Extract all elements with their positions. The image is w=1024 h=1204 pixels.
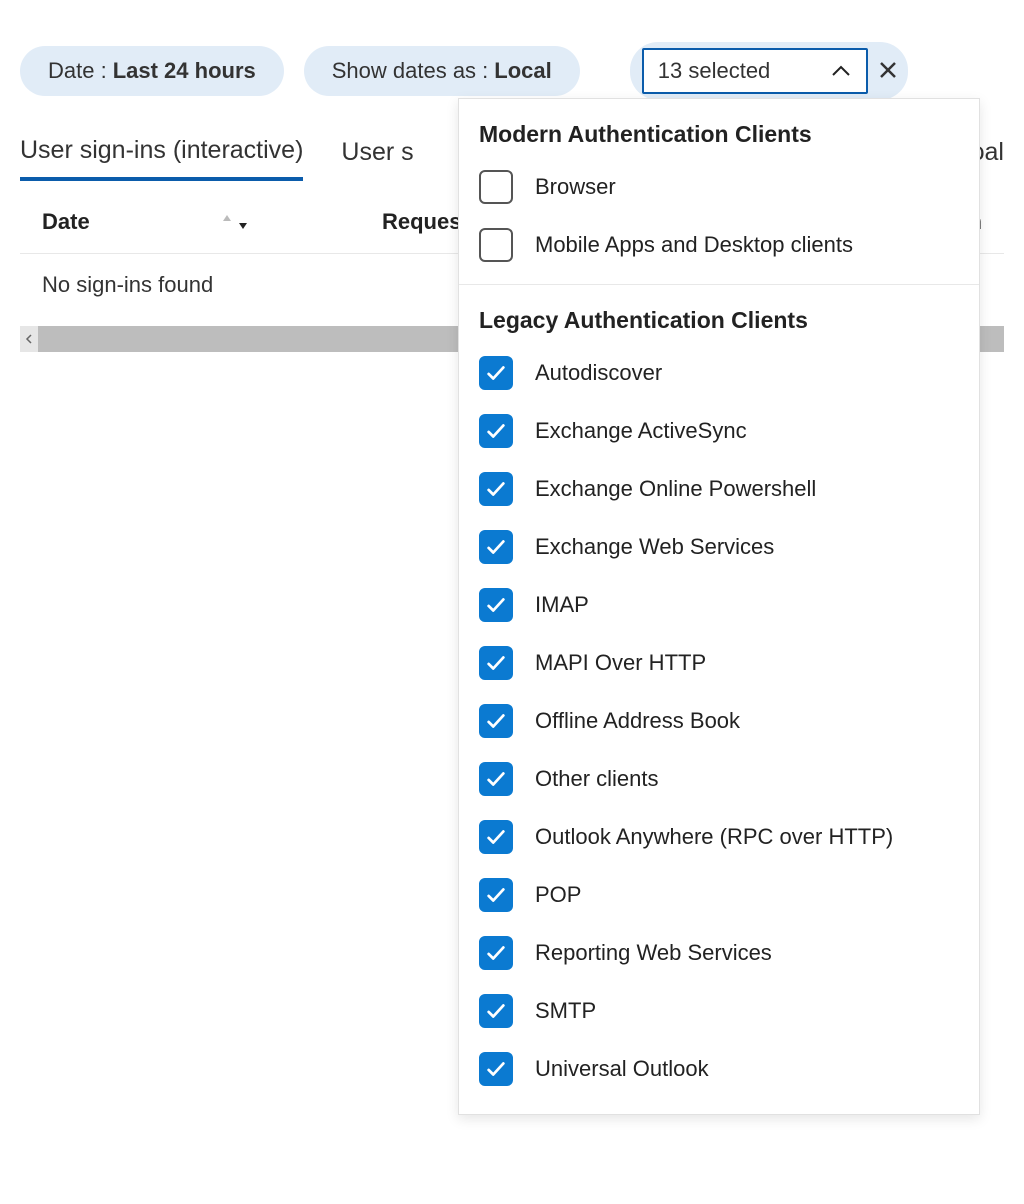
option-label: Reporting Web Services: [535, 940, 772, 966]
option-label: Autodiscover: [535, 360, 662, 386]
close-icon[interactable]: [878, 55, 898, 87]
option-label: Browser: [535, 174, 616, 200]
tab-partial-second[interactable]: User s: [341, 138, 413, 179]
option-row-legacy-5[interactable]: MAPI Over HTTP: [459, 634, 979, 692]
option-row-legacy-1[interactable]: Exchange ActiveSync: [459, 402, 979, 460]
option-label: Exchange Web Services: [535, 534, 774, 560]
tab-user-signins-interactive[interactable]: User sign-ins (interactive): [20, 136, 303, 181]
checkbox-icon[interactable]: [479, 588, 513, 622]
checkbox-icon[interactable]: [479, 936, 513, 970]
filter-showdates-pill[interactable]: Show dates as : Local: [304, 46, 580, 96]
option-label: IMAP: [535, 592, 589, 618]
option-row-legacy-10[interactable]: Reporting Web Services: [459, 924, 979, 982]
checkbox-icon[interactable]: [479, 704, 513, 738]
option-label: Exchange Online Powershell: [535, 476, 816, 502]
option-row-modern-0[interactable]: Browser: [459, 158, 979, 216]
group-title-modern: Modern Authentication Clients: [459, 99, 979, 158]
checkbox-icon[interactable]: [479, 228, 513, 262]
column-date[interactable]: Date: [42, 209, 262, 235]
option-label: Other clients: [535, 766, 659, 792]
option-row-legacy-12[interactable]: Universal Outlook: [459, 1040, 979, 1098]
checkbox-icon[interactable]: [479, 762, 513, 796]
option-row-legacy-7[interactable]: Other clients: [459, 750, 979, 808]
option-row-legacy-11[interactable]: SMTP: [459, 982, 979, 1040]
option-label: Exchange ActiveSync: [535, 418, 747, 444]
option-row-modern-1[interactable]: Mobile Apps and Desktop clients: [459, 216, 979, 274]
option-row-legacy-9[interactable]: POP: [459, 866, 979, 924]
selection-dropdown-button[interactable]: 13 selected: [642, 48, 869, 94]
checkbox-icon[interactable]: [479, 356, 513, 390]
option-row-legacy-6[interactable]: Offline Address Book: [459, 692, 979, 750]
filter-showdates-value: Local: [494, 58, 551, 84]
sort-icon: [220, 213, 250, 231]
checkbox-icon[interactable]: [479, 472, 513, 506]
checkbox-icon[interactable]: [479, 646, 513, 680]
option-label: MAPI Over HTTP: [535, 650, 706, 676]
checkbox-icon[interactable]: [479, 170, 513, 204]
option-row-legacy-2[interactable]: Exchange Online Powershell: [459, 460, 979, 518]
option-row-legacy-0[interactable]: Autodiscover: [459, 344, 979, 402]
option-label: Offline Address Book: [535, 708, 740, 734]
filter-selection-pill: 13 selected: [630, 42, 909, 100]
filter-showdates-prefix: Show dates as :: [332, 58, 489, 84]
checkbox-icon[interactable]: [479, 530, 513, 564]
checkbox-icon[interactable]: [479, 1052, 513, 1086]
option-label: Universal Outlook: [535, 1056, 709, 1082]
option-label: Outlook Anywhere (RPC over HTTP): [535, 824, 893, 850]
option-label: SMTP: [535, 998, 596, 1024]
dropdown-panel: Modern Authentication Clients Browser Mob…: [458, 98, 980, 1115]
checkbox-icon[interactable]: [479, 994, 513, 1028]
chevron-up-icon: [830, 60, 852, 82]
option-label: POP: [535, 882, 581, 908]
checkbox-icon[interactable]: [479, 414, 513, 448]
checkbox-icon[interactable]: [479, 820, 513, 854]
filter-date-pill[interactable]: Date : Last 24 hours: [20, 46, 284, 96]
checkbox-icon[interactable]: [479, 878, 513, 912]
option-row-legacy-4[interactable]: IMAP: [459, 576, 979, 634]
filter-date-value: Last 24 hours: [113, 58, 256, 84]
column-date-label: Date: [42, 209, 90, 235]
filters-row: Date : Last 24 hours Show dates as : Loc…: [0, 0, 1024, 100]
filter-date-prefix: Date :: [48, 58, 107, 84]
group-title-legacy: Legacy Authentication Clients: [459, 284, 979, 344]
option-label: Mobile Apps and Desktop clients: [535, 232, 853, 258]
option-row-legacy-8[interactable]: Outlook Anywhere (RPC over HTTP): [459, 808, 979, 866]
selection-dropdown-label: 13 selected: [658, 58, 771, 84]
option-row-legacy-3[interactable]: Exchange Web Services: [459, 518, 979, 576]
scroll-left-button[interactable]: [20, 326, 38, 352]
